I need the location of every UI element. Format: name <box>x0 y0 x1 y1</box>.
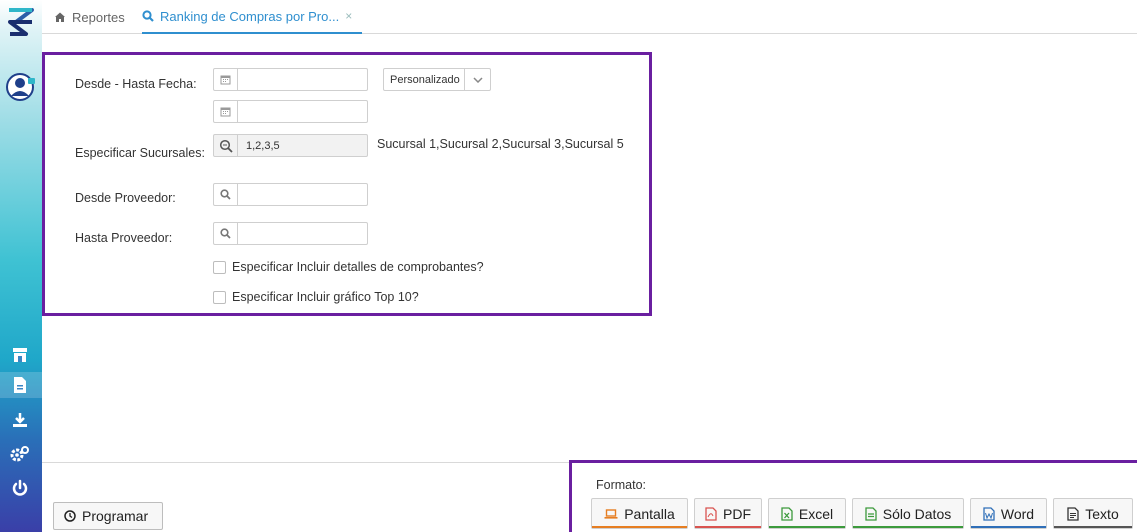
checkbox[interactable] <box>213 260 226 274</box>
chk-detalles-comprobantes[interactable]: Especificar Incluir detalles de comproba… <box>213 260 484 274</box>
download-icon[interactable] <box>8 408 32 432</box>
tab-close-icon[interactable]: × <box>345 9 352 23</box>
chk-grafico-top10[interactable]: Especificar Incluir gráfico Top 10? <box>213 290 419 304</box>
checkbox[interactable] <box>213 290 226 304</box>
user-avatar-icon[interactable] <box>6 72 36 102</box>
solo-datos-button[interactable]: Sólo Datos <box>852 498 964 529</box>
excel-icon <box>781 506 793 521</box>
periodo-value: Personalizado <box>390 73 460 86</box>
button-accent <box>695 526 761 528</box>
tab-reportes-label: Reportes <box>72 9 125 25</box>
formato-panel: Formato: Pantalla PDF Excel Sólo Datos W… <box>569 460 1137 532</box>
text-file-icon <box>1067 506 1079 521</box>
tab-reportes[interactable]: Reportes <box>54 0 125 34</box>
search-icon[interactable] <box>214 184 238 205</box>
button-accent <box>769 526 845 528</box>
formato-label: Formato: <box>596 478 647 492</box>
report-parameters-panel: Desde - Hasta Fecha: Personalizado Espec… <box>42 52 652 316</box>
fecha-desde-input[interactable] <box>213 68 368 91</box>
hasta-proveedor-input[interactable] <box>213 222 368 245</box>
pdf-label: PDF <box>723 505 751 522</box>
sucursales-label: Especificar Sucursales: <box>75 146 205 160</box>
tab-ranking-compras[interactable]: Ranking de Compras por Pro... × <box>142 0 363 34</box>
search-icon <box>142 10 154 22</box>
periodo-select[interactable]: Personalizado <box>383 68 491 91</box>
excel-button[interactable]: Excel <box>768 498 846 529</box>
calendar-icon <box>214 101 238 122</box>
sucursales-description: Sucursal 1,Sucursal 2,Sucursal 3,Sucursa… <box>377 137 624 151</box>
search-multi-icon[interactable] <box>214 135 238 156</box>
chevron-down-icon <box>464 69 490 90</box>
clock-icon <box>64 510 76 522</box>
texto-label: Texto <box>1085 505 1119 522</box>
button-accent <box>592 526 687 528</box>
tab-bar: Reportes Ranking de Compras por Pro... × <box>42 0 1137 34</box>
calendar-icon <box>214 69 238 90</box>
tab-ranking-label: Ranking de Compras por Pro... <box>160 8 340 24</box>
pdf-icon <box>705 506 717 521</box>
button-accent <box>853 526 963 528</box>
app-logo-icon[interactable] <box>6 6 36 40</box>
data-file-icon <box>865 506 877 521</box>
desde-proveedor-input[interactable] <box>213 183 368 206</box>
home-icon <box>54 11 66 23</box>
power-icon[interactable] <box>8 476 32 500</box>
pantalla-label: Pantalla <box>624 505 675 522</box>
solo-datos-label: Sólo Datos <box>882 505 952 522</box>
sucursales-input[interactable]: 1,2,3,5 <box>213 134 368 157</box>
programar-label: Programar <box>82 508 149 524</box>
sucursales-value: 1,2,3,5 <box>246 139 280 152</box>
fecha-hasta-input[interactable] <box>213 100 368 123</box>
chk-grafico-label: Especificar Incluir gráfico Top 10? <box>232 290 419 304</box>
search-icon[interactable] <box>214 223 238 244</box>
hasta-proveedor-label: Hasta Proveedor: <box>75 231 173 245</box>
pantalla-button[interactable]: Pantalla <box>591 498 688 529</box>
button-accent <box>971 526 1046 528</box>
chk-detalles-label: Especificar Incluir detalles de comproba… <box>232 260 484 274</box>
gears-icon[interactable] <box>8 442 32 466</box>
document-icon[interactable] <box>8 373 32 397</box>
word-icon <box>983 506 995 521</box>
word-button[interactable]: Word <box>970 498 1047 529</box>
excel-label: Excel <box>798 505 834 522</box>
programar-button[interactable]: Programar <box>53 502 163 530</box>
word-label: Word <box>1000 505 1035 522</box>
pdf-button[interactable]: PDF <box>694 498 762 529</box>
laptop-icon <box>604 508 618 520</box>
store-icon[interactable] <box>8 343 32 367</box>
fecha-label: Desde - Hasta Fecha: <box>75 77 197 91</box>
desde-proveedor-label: Desde Proveedor: <box>75 191 176 205</box>
texto-button[interactable]: Texto <box>1053 498 1133 529</box>
sidebar <box>0 0 42 532</box>
button-accent <box>1054 526 1132 528</box>
